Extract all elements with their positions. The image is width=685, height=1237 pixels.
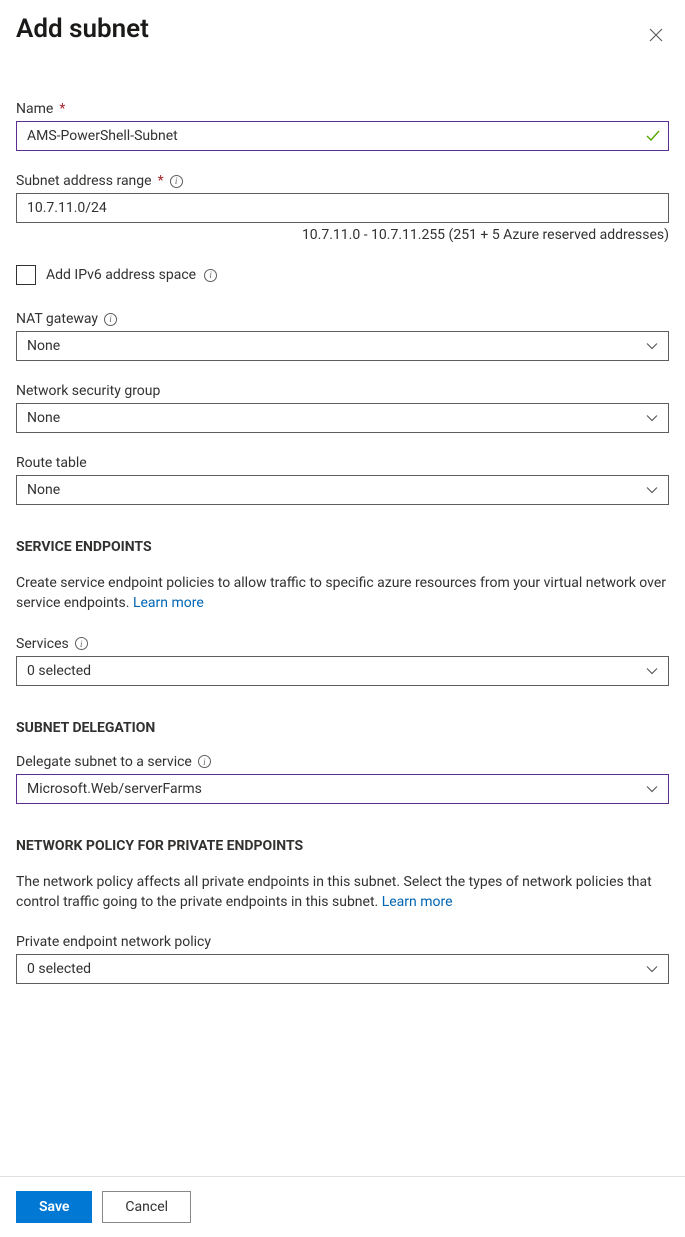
- check-icon: [645, 128, 661, 144]
- info-icon[interactable]: i: [75, 637, 88, 650]
- route-table-label: Route table: [16, 455, 669, 471]
- info-icon[interactable]: i: [204, 269, 217, 282]
- dropdown-value: None: [27, 410, 60, 426]
- nat-gateway-dropdown[interactable]: None: [16, 331, 669, 361]
- dropdown-value: None: [27, 482, 60, 498]
- info-icon[interactable]: i: [198, 755, 211, 768]
- name-input[interactable]: [16, 121, 669, 151]
- services-dropdown[interactable]: 0 selected: [16, 656, 669, 686]
- network-policy-header: NETWORK POLICY FOR PRIVATE ENDPOINTS: [16, 838, 669, 854]
- subnet-range-help: 10.7.11.0 - 10.7.11.255 (251 + 5 Azure r…: [16, 227, 669, 243]
- chevron-down-icon: [646, 484, 658, 496]
- nsg-label: Network security group: [16, 383, 669, 399]
- delegate-label: Delegate subnet to a service i: [16, 754, 669, 770]
- nat-gateway-label: NAT gateway i: [16, 311, 669, 327]
- required-icon: *: [158, 173, 164, 189]
- subnet-range-label: Subnet address range* i: [16, 173, 669, 189]
- services-label: Services i: [16, 636, 669, 652]
- subnet-range-input[interactable]: [16, 193, 669, 223]
- subnet-delegation-header: SUBNET DELEGATION: [16, 720, 669, 736]
- service-endpoints-header: SERVICE ENDPOINTS: [16, 539, 669, 555]
- chevron-down-icon: [646, 963, 658, 975]
- ipv6-label: Add IPv6 address space i: [46, 267, 217, 283]
- panel-title: Add subnet: [16, 14, 149, 44]
- chevron-down-icon: [646, 412, 658, 424]
- dropdown-value: 0 selected: [27, 663, 91, 679]
- ipv6-checkbox[interactable]: [16, 265, 36, 285]
- learn-more-link[interactable]: Learn more: [133, 595, 204, 611]
- chevron-down-icon: [646, 340, 658, 352]
- network-policy-desc: The network policy affects all private e…: [16, 872, 669, 913]
- chevron-down-icon: [646, 783, 658, 795]
- chevron-down-icon: [646, 665, 658, 677]
- name-label: Name*: [16, 101, 669, 117]
- info-icon[interactable]: i: [170, 175, 183, 188]
- learn-more-link[interactable]: Learn more: [382, 894, 453, 910]
- dropdown-value: Microsoft.Web/serverFarms: [27, 781, 202, 797]
- save-button[interactable]: Save: [16, 1191, 92, 1223]
- nsg-dropdown[interactable]: None: [16, 403, 669, 433]
- close-button[interactable]: [643, 22, 669, 51]
- required-icon: *: [59, 101, 65, 117]
- info-icon[interactable]: i: [104, 313, 117, 326]
- dropdown-value: 0 selected: [27, 961, 91, 977]
- dropdown-value: None: [27, 338, 60, 354]
- route-table-dropdown[interactable]: None: [16, 475, 669, 505]
- private-endpoint-policy-label: Private endpoint network policy: [16, 934, 669, 950]
- close-icon: [649, 30, 663, 45]
- private-endpoint-policy-dropdown[interactable]: 0 selected: [16, 954, 669, 984]
- delegate-dropdown[interactable]: Microsoft.Web/serverFarms: [16, 774, 669, 804]
- service-endpoints-desc: Create service endpoint policies to allo…: [16, 573, 669, 614]
- cancel-button[interactable]: Cancel: [102, 1191, 191, 1223]
